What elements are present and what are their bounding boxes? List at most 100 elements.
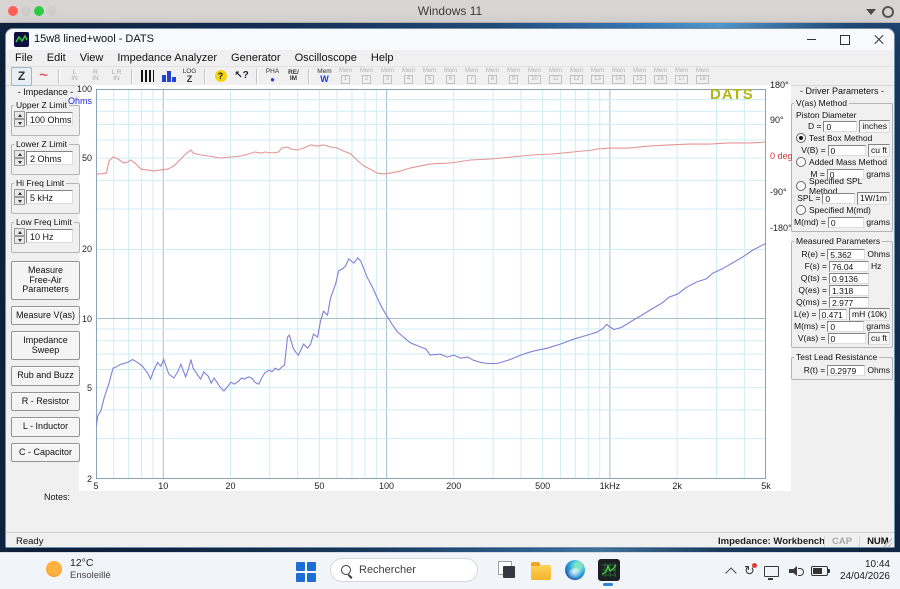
menu-generator[interactable]: Generator bbox=[231, 52, 281, 64]
field-value[interactable]: 76.04 bbox=[829, 261, 869, 272]
field-value[interactable]: 0 bbox=[822, 193, 855, 204]
value-field[interactable]: 10 Hz bbox=[26, 229, 73, 243]
c-capacitor-button[interactable]: C - Capacitor bbox=[11, 443, 80, 463]
sine-generator-icon[interactable]: ~ bbox=[34, 68, 53, 85]
menu-file[interactable]: File bbox=[15, 52, 33, 64]
close-button[interactable] bbox=[862, 29, 895, 50]
spectrum-bars-icon[interactable] bbox=[138, 68, 157, 85]
value-field[interactable]: 100 Ohms bbox=[26, 112, 73, 126]
radio-specified-m-md-[interactable]: Specified M(md) bbox=[794, 204, 890, 216]
memory-slot-15-button: Mem15 bbox=[630, 68, 649, 85]
field-unit: Ohms bbox=[867, 365, 890, 375]
menu-impedance-analyzer[interactable]: Impedance Analyzer bbox=[117, 52, 217, 64]
field-name: R(e) = bbox=[794, 249, 825, 259]
menu-oscilloscope[interactable]: Oscilloscope bbox=[295, 52, 357, 64]
sync-alert-icon[interactable]: ↻ bbox=[744, 564, 755, 579]
gear-icon[interactable] bbox=[882, 6, 894, 18]
r-resistor-button[interactable]: R - Resistor bbox=[11, 392, 80, 412]
radio-icon[interactable] bbox=[796, 157, 806, 167]
field-value[interactable]: 0.2979 bbox=[827, 365, 865, 376]
radio-icon[interactable] bbox=[796, 205, 806, 215]
battery-icon[interactable] bbox=[811, 566, 828, 576]
display-icon[interactable] bbox=[764, 566, 779, 577]
x-axis-tick: 500 bbox=[526, 481, 560, 491]
statusbar: Ready Impedance: Workbench CAPNUMSCRL bbox=[6, 532, 894, 548]
memory-slot-10-button: Mem10 bbox=[525, 68, 544, 85]
memory-slot-8-button: Mem8 bbox=[483, 68, 502, 85]
search-icon bbox=[341, 565, 351, 575]
search-input[interactable]: Rechercher bbox=[330, 558, 478, 582]
menu-edit[interactable]: Edit bbox=[47, 52, 66, 64]
field-mms: M(ms) =0grams bbox=[794, 320, 890, 332]
spin-up-icon[interactable] bbox=[14, 150, 25, 158]
bar-graph-icon[interactable] bbox=[159, 68, 178, 85]
speaker-icon[interactable] bbox=[789, 566, 801, 576]
memory-slot-13-button: Mem13 bbox=[588, 68, 607, 85]
radio-icon[interactable] bbox=[796, 181, 806, 191]
measure-button[interactable]: Measure Free-Air Parameters bbox=[11, 261, 80, 300]
phase-button[interactable]: PHA● bbox=[263, 68, 282, 85]
spinner-control[interactable] bbox=[14, 228, 25, 244]
spin-up-icon[interactable] bbox=[14, 189, 25, 197]
spin-up-icon[interactable] bbox=[14, 111, 25, 119]
real-imaginary-button[interactable]: RE/IM bbox=[284, 68, 303, 85]
task-view-button[interactable] bbox=[495, 558, 519, 582]
spin-down-icon[interactable] bbox=[14, 197, 25, 205]
value-field[interactable]: 2 Ohms bbox=[26, 151, 73, 165]
radio-icon[interactable] bbox=[796, 133, 806, 143]
help-bulb-icon[interactable]: ? bbox=[211, 68, 230, 85]
field-value[interactable]: 2.977 bbox=[829, 297, 869, 308]
spinner-control[interactable] bbox=[14, 189, 25, 205]
context-help-icon[interactable]: ↖? bbox=[232, 68, 251, 85]
radio-test-box-method[interactable]: Test Box Method bbox=[794, 132, 890, 144]
menu-help[interactable]: Help bbox=[371, 52, 394, 64]
l-inductor-button[interactable]: L - Inductor bbox=[11, 417, 80, 437]
field-value[interactable]: 0 bbox=[827, 321, 864, 332]
spinner-control[interactable] bbox=[14, 150, 25, 166]
spin-up-icon[interactable] bbox=[14, 228, 25, 236]
minimize-button[interactable] bbox=[794, 29, 828, 50]
weather-widget[interactable]: 12°C Ensoleillé bbox=[46, 557, 111, 581]
field-spl: SPL =01W/1m bbox=[794, 192, 890, 204]
impedance-button[interactable]: Impedance Sweep bbox=[11, 331, 80, 360]
field-value[interactable]: 0 bbox=[823, 121, 857, 132]
dats-taskbar-button[interactable] bbox=[597, 558, 621, 582]
radio-specified-spl-method[interactable]: Specified SPL Method bbox=[794, 180, 890, 192]
titlebar[interactable]: 15w8 lined+wool - DATS bbox=[6, 29, 894, 51]
spin-down-icon[interactable] bbox=[14, 119, 25, 127]
status-mode: Impedance: Workbench bbox=[718, 536, 825, 547]
field-value[interactable]: 0 bbox=[828, 333, 866, 344]
field-value[interactable]: 0 bbox=[828, 217, 865, 228]
value-field[interactable]: 5 kHz bbox=[26, 190, 73, 204]
start-button[interactable] bbox=[296, 559, 316, 582]
spin-down-icon[interactable] bbox=[14, 158, 25, 166]
maximize-button[interactable] bbox=[828, 29, 862, 50]
toolbar-separator bbox=[131, 69, 133, 84]
field-value[interactable]: 0 bbox=[828, 145, 866, 156]
log-impedance-button[interactable]: LOGZ bbox=[180, 68, 199, 85]
field-value[interactable]: 5.362 bbox=[827, 249, 865, 260]
spin-down-icon[interactable] bbox=[14, 236, 25, 244]
spinner-control[interactable] bbox=[14, 111, 25, 127]
memory-write-button[interactable]: MemW bbox=[315, 68, 334, 85]
tray-chevron-icon[interactable] bbox=[725, 567, 736, 578]
file-explorer-button[interactable] bbox=[529, 558, 553, 582]
clock[interactable]: 10:44 24/04/2026 bbox=[840, 559, 890, 583]
field-value[interactable]: 0.9136 bbox=[829, 273, 869, 284]
edge-browser-button[interactable] bbox=[563, 558, 587, 582]
field-name: R(t) = bbox=[794, 365, 825, 375]
menu-view[interactable]: View bbox=[80, 52, 104, 64]
field-value[interactable]: 1.318 bbox=[829, 285, 869, 296]
test-lead-resistance-group: Test Lead ResistanceR(t) =0.2979Ohms bbox=[791, 357, 893, 380]
vas-method-group: V(as) MethodPiston DiameterD =0inchesTes… bbox=[791, 103, 893, 232]
field-value[interactable]: 0.471 bbox=[819, 309, 848, 320]
dats-window: 15w8 lined+wool - DATS File Edit View Imped… bbox=[5, 28, 895, 548]
impedance-sidebar: - Impedance - Upper Z Limit100 OhmsLower… bbox=[10, 87, 81, 468]
field-mmd: M(md) =0grams bbox=[794, 216, 890, 228]
impedance-mode-button[interactable]: Z bbox=[11, 67, 32, 86]
dropdown-caret-icon[interactable] bbox=[866, 9, 876, 15]
radio-added-mass-method[interactable]: Added Mass Method bbox=[794, 156, 890, 168]
memory-slot-5-button: Mem5 bbox=[420, 68, 439, 85]
impedance-plot[interactable] bbox=[96, 89, 766, 479]
resize-grip[interactable] bbox=[882, 538, 892, 548]
